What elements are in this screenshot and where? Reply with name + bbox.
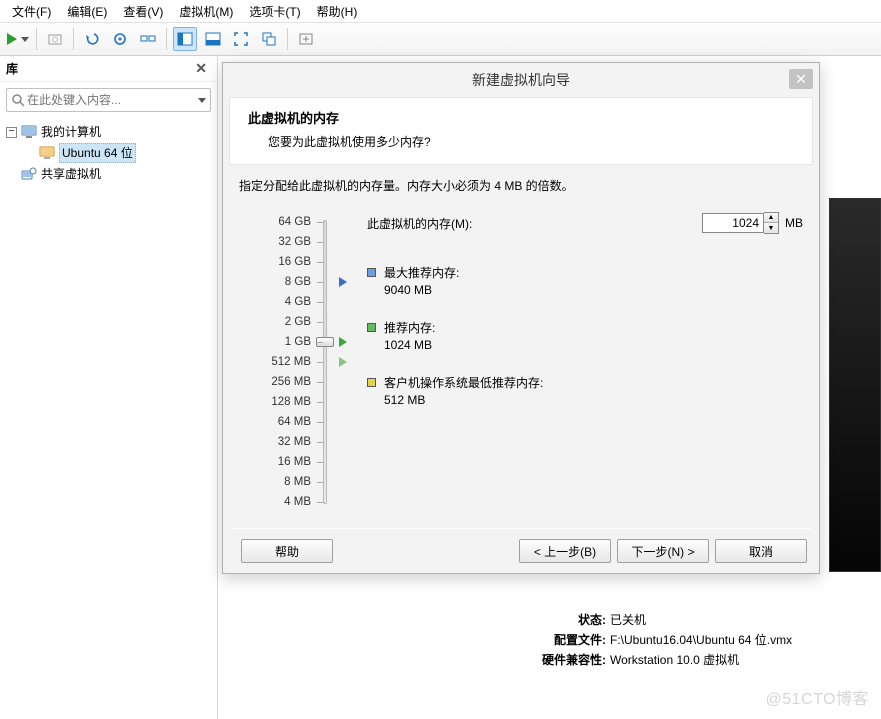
dialog-footer: 帮助 < 上一步(B) 下一步(N) > 取消	[223, 529, 819, 573]
shared-vm-icon	[21, 166, 37, 182]
new-vm-wizard-dialog: 新建虚拟机向导 ✕ 此虚拟机的内存 您要为此虚拟机使用多少内存? 指定分配给此虚…	[222, 62, 820, 574]
snapshot-take-button[interactable]	[108, 27, 132, 51]
menu-view[interactable]: 查看(V)	[115, 1, 171, 22]
tree-node-my-computer[interactable]: − 我的计算机	[4, 122, 213, 142]
memory-instruction: 指定分配给此虚拟机的内存量。内存大小必须为 4 MB 的倍数。	[239, 177, 803, 194]
help-button[interactable]: 帮助	[241, 539, 333, 563]
snapshot-mgr-icon	[140, 31, 156, 47]
cancel-button[interactable]: 取消	[715, 539, 807, 563]
memory-info: 此虚拟机的内存(M): ▲ ▼ MB	[351, 212, 803, 512]
menu-bar: 文件(F) 编辑(E) 查看(V) 虚拟机(M) 选项卡(T) 帮助(H)	[0, 0, 881, 22]
state-label: 状态:	[530, 610, 610, 630]
search-dropdown-icon[interactable]	[198, 98, 206, 103]
recommended-block: 推荐内存: 1024 MB	[367, 319, 803, 352]
search-box[interactable]	[6, 88, 211, 112]
square-green-icon	[367, 323, 376, 332]
tree-label: 我的计算机	[41, 123, 101, 141]
memory-input[interactable]	[702, 213, 764, 233]
console-icon	[205, 31, 221, 47]
back-button[interactable]: < 上一步(B)	[519, 539, 611, 563]
search-icon	[11, 93, 25, 107]
view-console-button[interactable]	[201, 27, 225, 51]
rec-marker2-icon	[339, 357, 347, 367]
vm-status-block: 状态:已关机 配置文件:F:\Ubuntu16.04\Ubuntu 64 位.v…	[530, 610, 792, 670]
memory-unit: MB	[785, 216, 803, 230]
unity-button[interactable]	[257, 27, 281, 51]
dropdown-icon	[21, 37, 29, 42]
vm-icon	[39, 145, 55, 161]
menu-edit[interactable]: 编辑(E)	[59, 1, 115, 22]
fullscreen-button[interactable]	[229, 27, 253, 51]
square-yellow-icon	[367, 378, 376, 387]
tree-node-ubuntu[interactable]: Ubuntu 64 位	[22, 142, 213, 164]
dialog-title: 新建虚拟机向导	[472, 70, 570, 90]
dialog-body: 指定分配给此虚拟机的内存量。内存大小必须为 4 MB 的倍数。 64 GB32 …	[225, 165, 817, 522]
snapshot-button[interactable]	[43, 27, 67, 51]
config-value: F:\Ubuntu16.04\Ubuntu 64 位.vmx	[610, 633, 792, 647]
library-tree: − 我的计算机 Ubuntu 64 位 共享虚拟机	[0, 118, 217, 188]
max-rec-marker-icon	[339, 277, 347, 287]
vm-preview-panel	[829, 198, 881, 572]
square-blue-icon	[367, 268, 376, 277]
revert-icon	[84, 31, 100, 47]
fullscreen-icon	[233, 31, 249, 47]
tree-label: Ubuntu 64 位	[59, 143, 136, 163]
config-label: 配置文件:	[530, 630, 610, 650]
dialog-titlebar[interactable]: 新建虚拟机向导 ✕	[223, 63, 819, 97]
dialog-header: 此虚拟机的内存 您要为此虚拟机使用多少内存?	[229, 97, 813, 165]
sidebar-close-button[interactable]: ✕	[191, 60, 211, 77]
slider-track	[323, 220, 327, 504]
spinner-down-button[interactable]: ▼	[764, 223, 778, 233]
play-icon	[7, 33, 17, 45]
separator	[166, 28, 167, 50]
separator	[287, 28, 288, 50]
library-sidebar: 库 ✕ − 我的计算机 Ubuntu 64 位	[0, 56, 218, 719]
separator	[73, 28, 74, 50]
dialog-heading: 此虚拟机的内存	[248, 108, 794, 127]
max-recommended-block: 最大推荐内存: 9040 MB	[367, 264, 803, 297]
power-on-button[interactable]	[6, 27, 30, 51]
hw-value: Workstation 10.0 虚拟机	[610, 653, 739, 667]
snapshot-take-icon	[112, 31, 128, 47]
hw-label: 硬件兼容性:	[530, 650, 610, 670]
state-value: 已关机	[610, 613, 646, 627]
watermark: @51CTO博客	[765, 685, 869, 709]
memory-tick-labels: 64 GB32 GB16 GB 8 GB4 GB2 GB 1 GB512 MB2…	[239, 212, 311, 512]
unity-icon	[261, 31, 277, 47]
spinner-up-button[interactable]: ▲	[764, 213, 778, 223]
menu-help[interactable]: 帮助(H)	[309, 1, 366, 22]
memory-input-label: 此虚拟机的内存(M):	[367, 215, 472, 232]
snapshot-manager-button[interactable]	[136, 27, 160, 51]
search-input[interactable]	[25, 91, 194, 109]
content-area: 新建虚拟机向导 ✕ 此虚拟机的内存 您要为此虚拟机使用多少内存? 指定分配给此虚…	[218, 56, 881, 719]
min-recommended-block: 客户机操作系统最低推荐内存: 512 MB	[367, 374, 803, 407]
stretch-icon	[298, 31, 314, 47]
sidebar-title: 库	[6, 60, 18, 77]
rec-marker-icon	[339, 337, 347, 347]
collapse-icon[interactable]: −	[6, 127, 17, 138]
stretch-button[interactable]	[294, 27, 318, 51]
snapshot-icon	[47, 31, 63, 47]
toolbar	[0, 22, 881, 56]
tree-label: 共享虚拟机	[41, 165, 101, 183]
view-thumbnail-button[interactable]	[173, 27, 197, 51]
separator	[36, 28, 37, 50]
dialog-subheading: 您要为此虚拟机使用多少内存?	[268, 133, 794, 150]
memory-slider[interactable]	[311, 212, 351, 512]
dialog-close-button[interactable]: ✕	[789, 69, 813, 89]
next-button[interactable]: 下一步(N) >	[617, 539, 709, 563]
revert-button[interactable]	[80, 27, 104, 51]
computer-icon	[21, 124, 37, 140]
memory-spinner[interactable]: ▲ ▼	[764, 212, 779, 234]
tree-node-shared[interactable]: 共享虚拟机	[4, 164, 213, 184]
thumbnail-icon	[177, 31, 193, 47]
menu-vm[interactable]: 虚拟机(M)	[171, 1, 241, 22]
menu-file[interactable]: 文件(F)	[4, 1, 59, 22]
menu-tabs[interactable]: 选项卡(T)	[241, 1, 308, 22]
